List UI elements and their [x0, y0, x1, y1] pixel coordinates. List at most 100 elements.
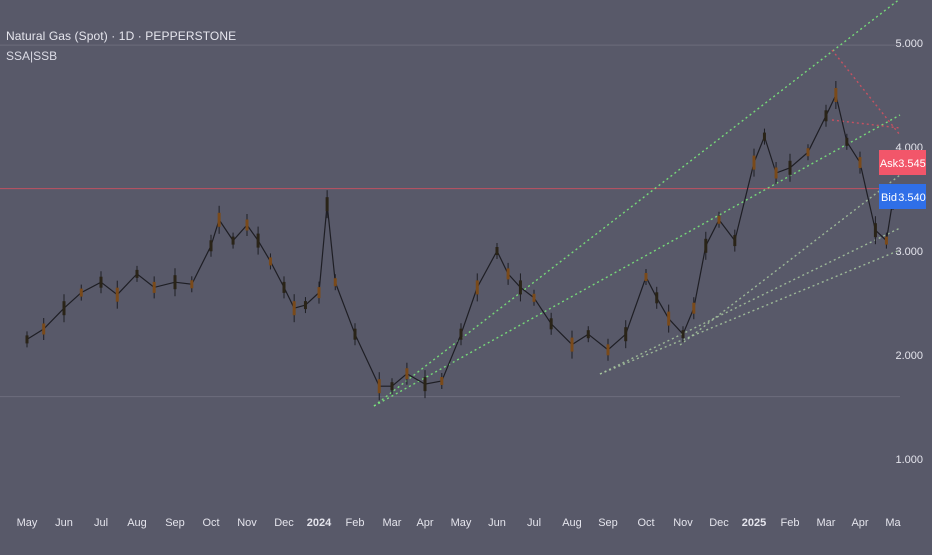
candle-body [217, 212, 221, 227]
candle-body [256, 233, 260, 248]
candle-body [333, 278, 337, 287]
candle-body [325, 197, 329, 212]
candle-body [858, 157, 862, 169]
channel-lower-outer [599, 249, 901, 375]
x-tick-label: Oct [202, 517, 219, 529]
x-tick-label: Nov [673, 517, 693, 529]
x-tick-label: Sep [165, 517, 185, 529]
candle-body [506, 268, 510, 280]
candle-body [762, 132, 766, 141]
candle-body [115, 287, 119, 302]
candle-body [624, 327, 628, 342]
candle-body [209, 240, 213, 252]
candle-series [25, 81, 895, 401]
candle-body [704, 238, 708, 253]
candle-body [845, 137, 849, 146]
y-axis: 5.000 4.000 3.000 2.000 1.000 [895, 38, 923, 466]
chart-area[interactable]: 5.000 4.000 3.000 2.000 1.000 May Jun Jul Aug Se… [0, 0, 932, 550]
candle-body [518, 280, 522, 295]
candle-body [459, 328, 463, 340]
indicator-label[interactable]: SSA|SSB [6, 49, 57, 63]
candle-body [495, 247, 499, 255]
x-tick-label: Dec [274, 517, 294, 529]
x-tick-label: Dec [709, 517, 729, 529]
candle-body [423, 377, 427, 392]
x-tick-label: Jul [94, 517, 108, 529]
x-tick-label: Mar [817, 517, 836, 529]
x-tick-label: Jun [488, 517, 506, 529]
x-tick-label: Apr [416, 517, 433, 529]
candle-body [806, 148, 810, 157]
candle-body [834, 88, 838, 102]
candle-body [884, 236, 888, 245]
candle-body [440, 377, 444, 385]
candle-body [79, 288, 83, 297]
y-tick-label: 5.000 [895, 38, 923, 50]
x-tick-label: Oct [637, 517, 654, 529]
candle-body [42, 323, 46, 335]
candle-body [788, 160, 792, 175]
candle-body [824, 110, 828, 122]
channel-lower-inner [599, 227, 901, 375]
x-tick-label: Jun [55, 517, 73, 529]
y-tick-label: 2.000 [895, 350, 923, 362]
candle-body [667, 311, 671, 326]
candle-body [774, 167, 778, 179]
candle-body [570, 337, 574, 352]
candle-body [282, 281, 286, 293]
candle-body [655, 292, 659, 304]
x-axis: May Jun Jul Aug Sep Oct Nov Dec 2024 Feb Mar Apr May… [17, 517, 902, 529]
x-tick-label: May [451, 517, 472, 529]
channel-upper-outer [373, 0, 900, 407]
candle-body [268, 257, 272, 266]
candle-body [303, 301, 307, 310]
candle-body [173, 275, 177, 290]
y-tick-label: 4.000 [895, 142, 923, 154]
candle-body [586, 330, 590, 339]
x-tick-label: Feb [346, 517, 365, 529]
candle-body [717, 215, 721, 224]
candle-body [25, 335, 29, 344]
x-tick-label: Aug [562, 517, 582, 529]
candle-body [606, 344, 610, 356]
candle-body [135, 269, 139, 278]
candle-body [532, 293, 536, 302]
x-tick-label: Aug [127, 517, 147, 529]
x-tick-label: 2025 [742, 517, 766, 529]
x-tick-label: Nov [237, 517, 257, 529]
price-chart[interactable]: 5.000 4.000 3.000 2.000 1.000 May Jun Jul Aug Se… [0, 0, 932, 550]
candle-body [549, 318, 553, 330]
candle-body [152, 281, 156, 293]
candle-body [377, 379, 381, 394]
candle-body [245, 219, 249, 231]
candle-body [317, 287, 321, 299]
candle-body [752, 155, 756, 170]
x-tick-label: Mar [383, 517, 402, 529]
x-tick-label: Feb [781, 517, 800, 529]
horizontal-levels [0, 44, 900, 398]
x-tick-label: 2024 [307, 517, 332, 529]
candle-body [405, 368, 409, 380]
x-tick-label: May [17, 517, 38, 529]
symbol-title: Natural Gas (Spot) · 1D · PEPPERSTONE [6, 29, 237, 43]
x-tick-label: Jul [527, 517, 541, 529]
candle-body [292, 301, 296, 316]
candle-body [873, 223, 877, 238]
x-tick-label: Ma [885, 517, 901, 529]
x-tick-label: Sep [598, 517, 618, 529]
candle-body [62, 301, 66, 316]
candle-body [733, 235, 737, 247]
candle-body [692, 302, 696, 314]
candle-body [390, 382, 394, 391]
y-tick-label: 1.000 [895, 454, 923, 466]
channel-lines [373, 0, 901, 407]
candle-body [231, 236, 235, 245]
candle-body [99, 276, 103, 288]
candle-body [190, 280, 194, 289]
candle-body [891, 193, 895, 205]
channel-mid [679, 174, 901, 346]
y-tick-label: 3.000 [895, 246, 923, 258]
candle-body [681, 330, 685, 339]
candle-body [353, 328, 357, 340]
channel-upper-inner [373, 114, 901, 407]
